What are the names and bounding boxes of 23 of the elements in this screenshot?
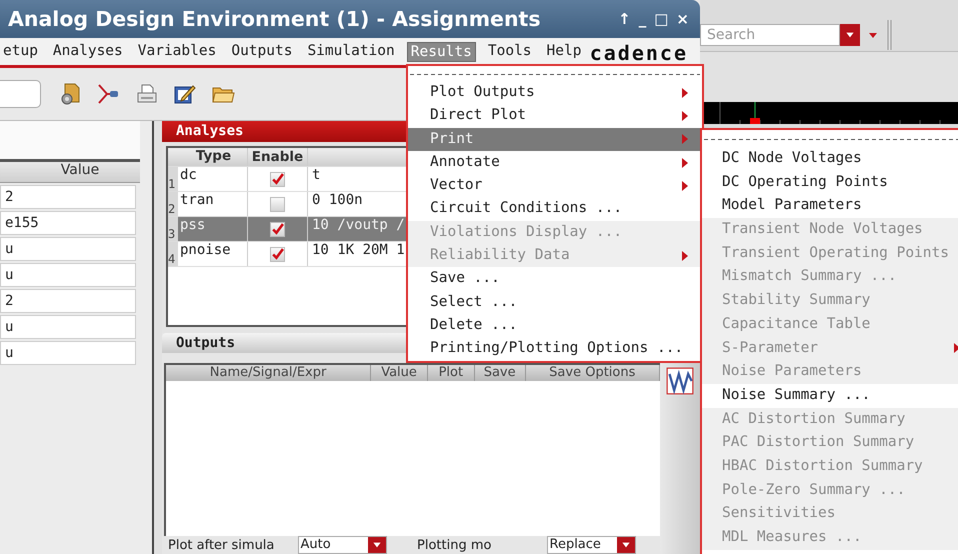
table-cell-text: 0 100n [311,192,363,210]
option-label: Plot after simula [167,538,276,552]
table-cell: pss [178,217,248,241]
table-cell: tran [178,192,248,216]
table-cell: 2 [0,185,136,209]
table-cell: 2 [0,289,136,313]
table-cell-text: 10 1K 20M 1 [311,242,405,260]
table-cell-text: 10 /voutp / [311,217,405,235]
table-cell: e155 [0,211,136,235]
option-label: Plotting mo [416,538,492,552]
row-number: 1 [168,167,178,191]
cadence-logo: cadence [590,40,688,64]
row-number: 4 [168,242,178,266]
table-cell: pnoise [178,242,248,266]
table-cell: u [0,315,136,339]
row-number: 2 [168,192,178,216]
table-cell: dc [178,167,248,191]
table-cell: u [0,263,136,287]
row-number: 3 [168,217,178,241]
table-cell: u [0,237,136,261]
window-title: Analog Design Environment (1) - Assignments [8,7,541,31]
table-cell-text: t [311,167,320,185]
table-cell: u [0,341,136,365]
